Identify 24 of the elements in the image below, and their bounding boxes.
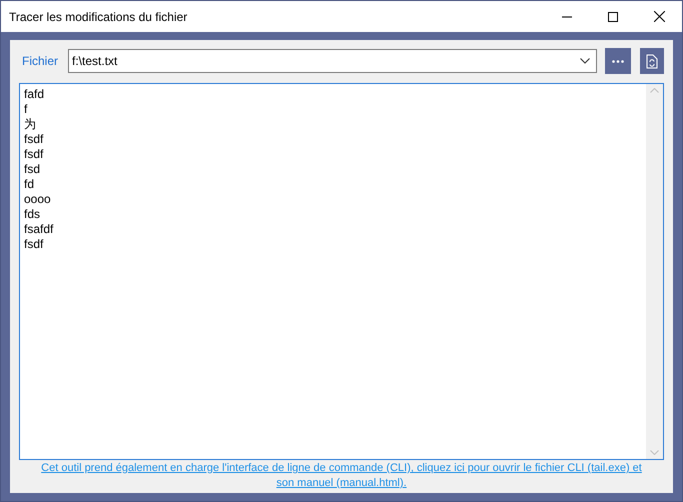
log-line: oooo [24,192,52,207]
chevron-down-icon [580,58,590,64]
log-line: fds [24,207,42,222]
log-line: f [24,102,28,117]
scroll-down-icon[interactable] [650,450,659,455]
log-line: fsafdf [24,222,54,237]
log-line: fsdf [24,147,44,162]
log-line: fsdf [24,237,44,252]
log-line: fsdf [24,132,44,147]
maximize-icon [608,12,618,22]
file-dropdown[interactable]: f:\test.txt [68,49,597,73]
scroll-up-icon[interactable] [650,88,659,93]
window-title: Tracer les modifications du fichier [9,10,188,24]
log-text-area[interactable]: fafd f 为 fsdf fsdf fsd fd oooo fds fsafdf fsdf [19,83,664,460]
log-line: fd [24,177,36,192]
more-icon [612,60,624,62]
log-line: 为 [24,117,37,132]
file-refresh-icon [646,54,658,68]
browse-button[interactable] [605,48,631,74]
log-line: fsd [24,162,42,177]
log-line: fafd [24,87,46,102]
reload-file-button[interactable] [640,48,664,74]
close-icon [654,11,664,22]
file-label: Fichier [22,54,58,68]
